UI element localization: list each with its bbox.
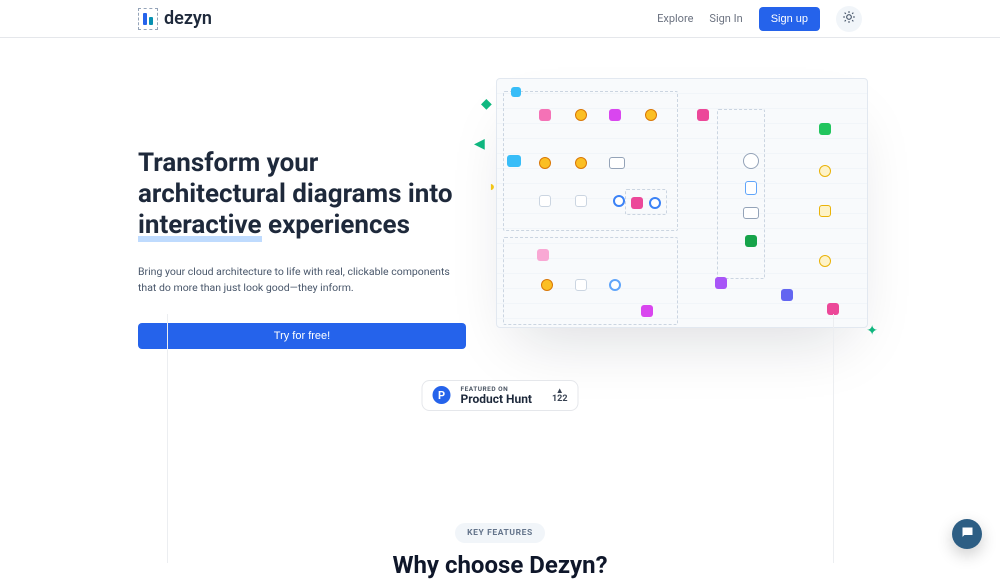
product-hunt-logo-icon: P bbox=[433, 386, 451, 404]
try-free-button[interactable]: Try for free! bbox=[138, 323, 466, 349]
hero-title: Transform your architectural diagrams in… bbox=[138, 148, 466, 242]
hero-title-accent: interactive bbox=[138, 214, 262, 242]
product-hunt-name: Product Hunt bbox=[461, 393, 532, 405]
product-hunt-badge[interactable]: P FEATURED ON Product Hunt ▲ 122 bbox=[422, 380, 579, 411]
brand-name: dezyn bbox=[164, 8, 212, 29]
key-features-section: KEY FEATURES Why choose Dezyn? bbox=[0, 520, 1000, 579]
key-features-label: KEY FEATURES bbox=[455, 523, 545, 543]
deco-star-icon: ✦ bbox=[866, 323, 878, 339]
brand-logo[interactable]: dezyn bbox=[138, 8, 212, 30]
deco-diamond-icon: ◆ bbox=[481, 96, 492, 112]
sun-icon bbox=[842, 10, 856, 28]
top-nav: Explore Sign In Sign up bbox=[657, 6, 862, 32]
theme-toggle[interactable] bbox=[836, 6, 862, 32]
deco-triangle-icon: ◀ bbox=[474, 136, 485, 152]
product-hunt-text: FEATURED ON Product Hunt bbox=[461, 386, 532, 405]
vote-count: 122 bbox=[552, 395, 568, 404]
hero-copy: Transform your architectural diagrams in… bbox=[138, 78, 466, 349]
architecture-diagram-preview bbox=[496, 78, 868, 328]
chat-bubble-icon bbox=[960, 525, 975, 544]
hero-section: Transform your architectural diagrams in… bbox=[0, 38, 1000, 349]
nav-explore[interactable]: Explore bbox=[657, 12, 693, 25]
key-features-heading: Why choose Dezyn? bbox=[0, 551, 1000, 579]
hero-illustration-wrapper: ◆ ◀ ◗ ✦ ✦ bbox=[496, 78, 868, 328]
hero-title-pre: Transform your architectural diagrams in… bbox=[138, 148, 453, 209]
hero-subtitle: Bring your cloud architecture to life wi… bbox=[138, 264, 458, 294]
signup-button[interactable]: Sign up bbox=[759, 7, 820, 31]
header: dezyn Explore Sign In Sign up bbox=[0, 0, 1000, 38]
logo-mark-icon bbox=[138, 8, 158, 30]
hero-title-post: experiences bbox=[262, 210, 410, 240]
nav-signin[interactable]: Sign In bbox=[709, 12, 742, 25]
support-chat-button[interactable] bbox=[952, 519, 982, 549]
product-hunt-votes: ▲ 122 bbox=[542, 387, 568, 404]
